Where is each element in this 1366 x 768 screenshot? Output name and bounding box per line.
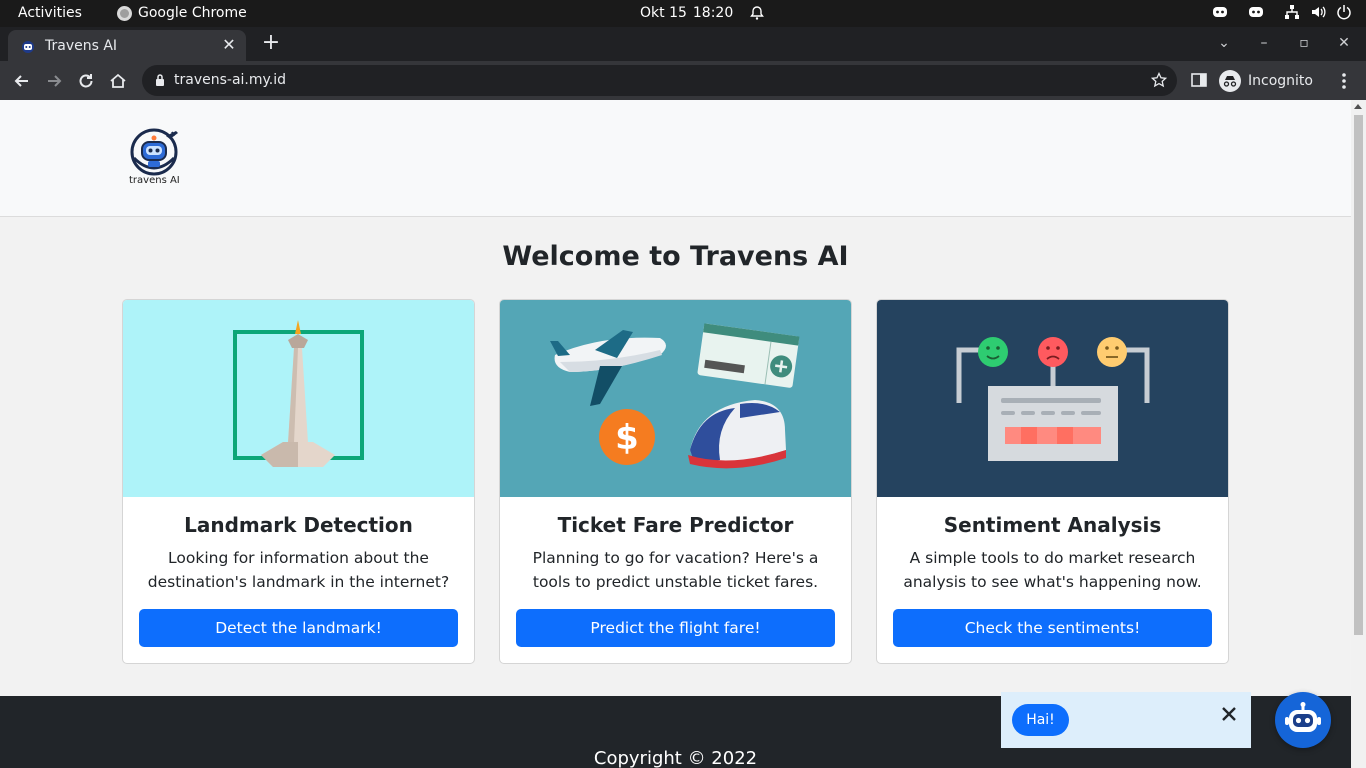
incognito-icon xyxy=(1219,69,1241,92)
card-ticket-fare-predictor: $ Ticket Fare Predictor Planning to go f… xyxy=(499,299,852,664)
clock[interactable]: Okt 15 18:20 xyxy=(640,5,765,21)
minimize-button[interactable]: – xyxy=(1244,35,1284,51)
discord-icon xyxy=(1249,7,1263,17)
card-landmark-detection: Landmark Detection Looking for informati… xyxy=(122,299,475,664)
lock-icon[interactable] xyxy=(154,73,166,87)
site-header: travens AI xyxy=(0,100,1351,217)
robot-icon xyxy=(1285,702,1321,732)
copyright-text: Copyright © 2022 xyxy=(593,748,758,768)
more-menu-icon[interactable] xyxy=(1338,71,1350,91)
home-icon[interactable] xyxy=(108,71,128,91)
app-menu[interactable]: Google Chrome xyxy=(117,5,247,21)
page-scrollbar[interactable] xyxy=(1351,100,1366,768)
close-chat-icon[interactable] xyxy=(1219,704,1239,724)
card-title: Ticket Fare Predictor xyxy=(557,513,794,537)
back-icon[interactable] xyxy=(12,71,32,91)
network-icon xyxy=(1285,5,1299,19)
app-name: Google Chrome xyxy=(138,5,247,21)
volume-icon xyxy=(1312,6,1326,18)
card-title: Landmark Detection xyxy=(184,513,413,537)
system-tray[interactable] xyxy=(1212,4,1352,20)
address-bar[interactable]: travens-ai.my.id xyxy=(142,65,1177,96)
site-logo[interactable]: travens AI xyxy=(128,128,184,190)
ticket-fare-illustration: $ xyxy=(500,300,851,497)
os-top-bar: Activities Google Chrome Okt 15 18:20 xyxy=(0,0,1366,27)
maximize-button[interactable]: ▫ xyxy=(1284,35,1324,51)
bookmark-star-icon[interactable] xyxy=(1151,72,1167,88)
card-title: Sentiment Analysis xyxy=(943,513,1162,537)
new-tab-button[interactable]: + xyxy=(259,31,283,55)
travens-robot-logo-icon xyxy=(130,128,178,176)
side-panel-icon[interactable] xyxy=(1190,71,1208,89)
url-text[interactable]: travens-ai.my.id xyxy=(174,72,286,88)
forward-icon[interactable] xyxy=(44,71,64,91)
logo-text: travens AI xyxy=(129,175,180,186)
activities-button[interactable]: Activities xyxy=(18,5,82,21)
alarm-icon xyxy=(750,6,765,20)
svg-text:$: $ xyxy=(615,418,639,458)
card-sentiment-analysis: Sentiment Analysis A simple tools to do … xyxy=(876,299,1229,664)
scroll-up-icon[interactable] xyxy=(1354,104,1362,109)
card-description: Looking for information about the destin… xyxy=(147,549,450,591)
incognito-profile[interactable]: Incognito xyxy=(1219,67,1313,94)
power-icon xyxy=(1337,5,1351,20)
page-title: Welcome to Travens AI xyxy=(502,241,849,272)
scrollbar-thumb[interactable] xyxy=(1354,115,1363,635)
clock-time: 18:20 xyxy=(692,5,734,21)
card-description: Planning to go for vacation? Here's a to… xyxy=(532,549,819,591)
tab-title: Travens AI xyxy=(45,37,118,54)
tab-search-icon[interactable]: ⌄ xyxy=(1204,35,1244,51)
detect-landmark-button[interactable]: Detect the landmark! xyxy=(139,609,458,647)
reload-icon[interactable] xyxy=(76,71,96,91)
card-description: A simple tools to do market research ana… xyxy=(903,549,1202,591)
close-window-button[interactable]: ✕ xyxy=(1324,35,1364,51)
chatbot-launcher-button[interactable] xyxy=(1275,692,1331,748)
tab-strip: Travens AI ✕ + ⌄ – ▫ ✕ xyxy=(0,27,1366,61)
tab-close-icon[interactable]: ✕ xyxy=(220,36,238,54)
chat-greeting-bubble[interactable]: Hai! xyxy=(1012,704,1069,736)
browser-toolbar: travens-ai.my.id Incognito xyxy=(0,61,1366,100)
window-controls: ⌄ – ▫ ✕ xyxy=(1204,35,1364,51)
discord-icon xyxy=(1213,7,1227,17)
chrome-icon xyxy=(117,5,132,21)
landmark-illustration xyxy=(123,300,474,497)
incognito-label: Incognito xyxy=(1248,72,1313,89)
robot-favicon-icon xyxy=(22,40,34,53)
web-page: travens AI Welcome to Travens AI Landmar… xyxy=(0,100,1351,768)
sentiment-illustration xyxy=(877,300,1228,497)
chat-popup: Hai! xyxy=(1001,692,1251,748)
clock-date: Okt 15 xyxy=(640,5,687,21)
predict-fare-button[interactable]: Predict the flight fare! xyxy=(516,609,835,647)
check-sentiments-button[interactable]: Check the sentiments! xyxy=(893,609,1212,647)
browser-tab[interactable]: Travens AI ✕ xyxy=(8,30,246,61)
